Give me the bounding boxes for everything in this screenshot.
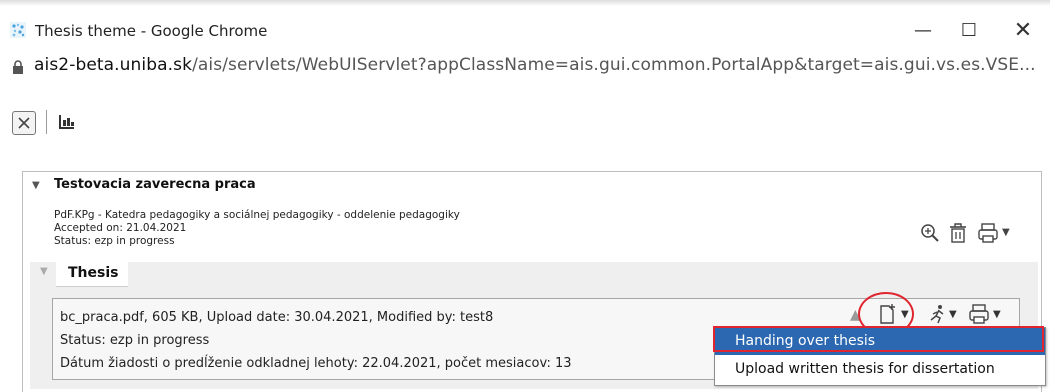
url-text[interactable]: ais2-beta.uniba.sk/ais/servlets/WebUISer… (34, 55, 1036, 75)
print-icon[interactable] (968, 303, 990, 325)
toolbar-divider (46, 110, 47, 134)
window-title: Thesis theme - Google Chrome (35, 22, 268, 40)
tab-divider (56, 286, 128, 287)
thesis-department: PdF.KPg - Katedra pedagogiky a sociálnej… (54, 209, 460, 221)
app-icon (10, 22, 26, 38)
lock-icon (13, 60, 23, 74)
maximize-button[interactable]: ☐ (946, 15, 992, 45)
minimize-button[interactable]: — (900, 15, 946, 45)
trash-icon[interactable] (948, 222, 968, 244)
collapse-arrow-icon[interactable]: ▼ (32, 180, 40, 191)
menu-item-label: Upload written thesis for dissertation (735, 361, 995, 377)
thesis-status: Status: ezp in progress (54, 235, 175, 247)
thesis-accepted-date: Accepted on: 21.04.2021 (54, 222, 187, 234)
annotation-highlight (713, 326, 1044, 352)
menu-item-upload-written-thesis[interactable]: Upload written thesis for dissertation (715, 356, 1045, 383)
window-top-edge (0, 0, 1050, 6)
chevron-down-icon[interactable]: ▼ (993, 309, 1001, 320)
run-icon[interactable] (928, 304, 948, 324)
hierarchy-icon[interactable] (57, 114, 75, 130)
extension-request: Dátum žiadosti o predĺženie odkladnej le… (60, 356, 572, 371)
chevron-down-icon[interactable]: ▼ (1002, 227, 1010, 238)
thesis-title: Testovacia zaverecna praca (54, 177, 256, 192)
file-status: Status: ezp in progress (60, 333, 210, 348)
file-info: bc_praca.pdf, 605 KB, Upload date: 30.04… (60, 310, 494, 325)
close-form-button[interactable] (12, 111, 36, 135)
zoom-in-icon[interactable] (920, 223, 940, 243)
collapse-arrow-icon[interactable]: ▼ (40, 266, 48, 277)
subpanel-title: Thesis (68, 265, 119, 281)
print-icon[interactable] (977, 222, 999, 244)
chevron-down-icon[interactable]: ▼ (949, 309, 957, 320)
close-window-button[interactable]: ✕ (1000, 15, 1046, 45)
url-host: ais2-beta.uniba.sk (34, 55, 193, 75)
url-path: /ais/servlets/WebUIServlet?appClassName=… (192, 55, 1036, 75)
toolbar (0, 100, 1050, 140)
